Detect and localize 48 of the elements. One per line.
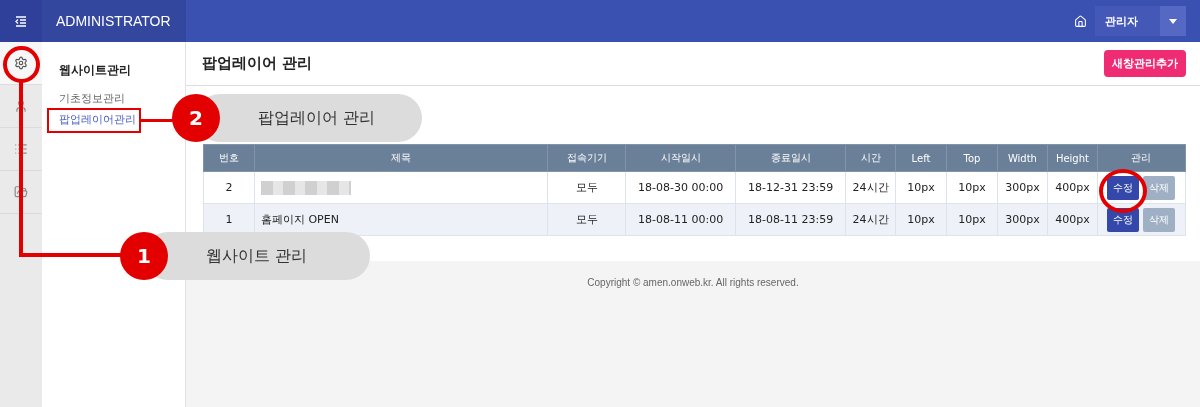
page-title: 팝업레이어 관리 xyxy=(202,54,313,73)
column-header: Top xyxy=(946,144,998,172)
table-cell: 10px xyxy=(946,171,998,204)
table-cell: 24시간 xyxy=(845,203,896,236)
home-icon[interactable] xyxy=(1074,14,1087,28)
column-header: 번호 xyxy=(203,144,255,172)
submenu-item[interactable]: 팝업레이어관리 xyxy=(59,112,136,127)
highlight-circle xyxy=(1099,169,1147,213)
table-cell: 24시간 xyxy=(845,171,896,204)
app-title: ADMINISTRATOR xyxy=(42,0,186,42)
menu-toggle[interactable] xyxy=(0,0,42,42)
table-cell: 400px xyxy=(1047,171,1098,204)
list-icon xyxy=(14,142,28,156)
column-header: 관리 xyxy=(1097,144,1186,172)
copyright-text: Copyright © amen.onweb.kr. All rights reserved. xyxy=(586,276,800,288)
user-dropdown[interactable]: 관리자 xyxy=(1095,6,1186,36)
table-cell: 홈페이지 OPEN xyxy=(254,203,548,236)
column-header: 시작일시 xyxy=(625,144,736,172)
table-cell: 10px xyxy=(946,203,998,236)
highlight-circle xyxy=(3,46,40,83)
edit-button[interactable]: 수정 xyxy=(1107,175,1140,200)
table-cell: 모두 xyxy=(547,171,626,204)
menu-collapse-icon xyxy=(15,15,27,27)
table-cell: 300px xyxy=(997,171,1048,204)
settings-icon xyxy=(14,56,28,70)
folder-icon xyxy=(14,185,28,199)
table-cell: 18-08-30 00:00 xyxy=(625,171,736,204)
leader-line xyxy=(141,119,175,122)
table-cell: 2 xyxy=(203,171,255,204)
column-header: 종료일시 xyxy=(735,144,846,172)
table-cell: 300px xyxy=(997,203,1048,236)
column-header: 시간 xyxy=(845,144,896,172)
column-header: Height xyxy=(1047,144,1098,172)
submenu-title: 웹사이트관리 xyxy=(59,62,132,79)
table-cell: 400px xyxy=(1047,203,1098,236)
column-header: 제목 xyxy=(254,144,548,172)
table-cell: 18-12-31 23:59 xyxy=(735,171,846,204)
caret-icon xyxy=(1169,18,1177,24)
table-cell: 10px xyxy=(895,171,947,204)
table-cell: 18-08-11 23:59 xyxy=(735,203,846,236)
column-header: 접속기기 xyxy=(547,144,626,172)
table-cell: 모두 xyxy=(547,203,626,236)
table-cell: 18-08-11 00:00 xyxy=(625,203,736,236)
column-header: Left xyxy=(895,144,947,172)
column-header: Width xyxy=(997,144,1048,172)
table-cell: 10px xyxy=(895,203,947,236)
add-button[interactable]: 새창관리추가 xyxy=(1104,50,1186,77)
submenu-item[interactable]: 기초정보관리 xyxy=(59,91,125,106)
